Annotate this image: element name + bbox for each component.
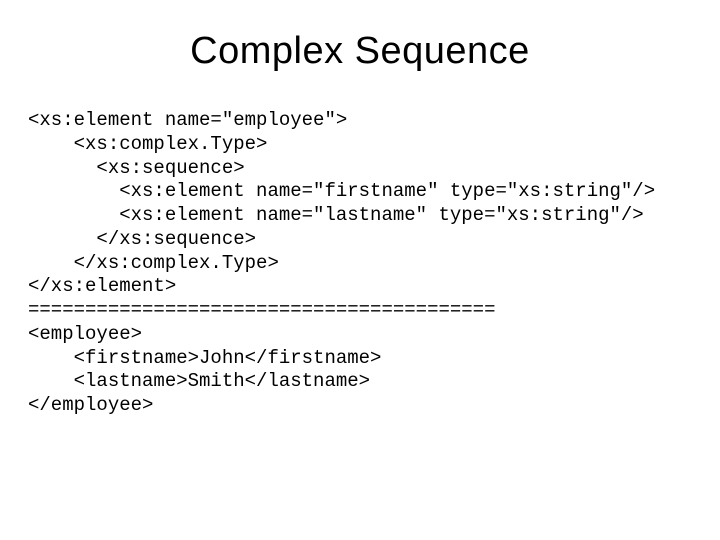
code-line: <lastname>Smith</lastname>: [28, 370, 692, 394]
code-line: <xs:complex.Type>: [28, 133, 692, 157]
code-line: <xs:element name="firstname" type="xs:st…: [28, 180, 692, 204]
code-line: </xs:sequence>: [28, 228, 692, 252]
code-line: <xs:element name="employee">: [28, 109, 692, 133]
code-line: </xs:complex.Type>: [28, 252, 692, 276]
code-line: </employee>: [28, 394, 692, 418]
slide: Complex Sequence <xs:element name="emplo…: [0, 0, 720, 540]
code-line: </xs:element>: [28, 275, 692, 299]
code-line: <xs:sequence>: [28, 157, 692, 181]
code-block: <xs:element name="employee"> <xs:complex…: [28, 109, 692, 418]
code-line: <employee>: [28, 323, 692, 347]
code-line: ========================================…: [28, 299, 692, 323]
code-line: <xs:element name="lastname" type="xs:str…: [28, 204, 692, 228]
slide-title: Complex Sequence: [28, 30, 692, 73]
code-line: <firstname>John</firstname>: [28, 347, 692, 371]
